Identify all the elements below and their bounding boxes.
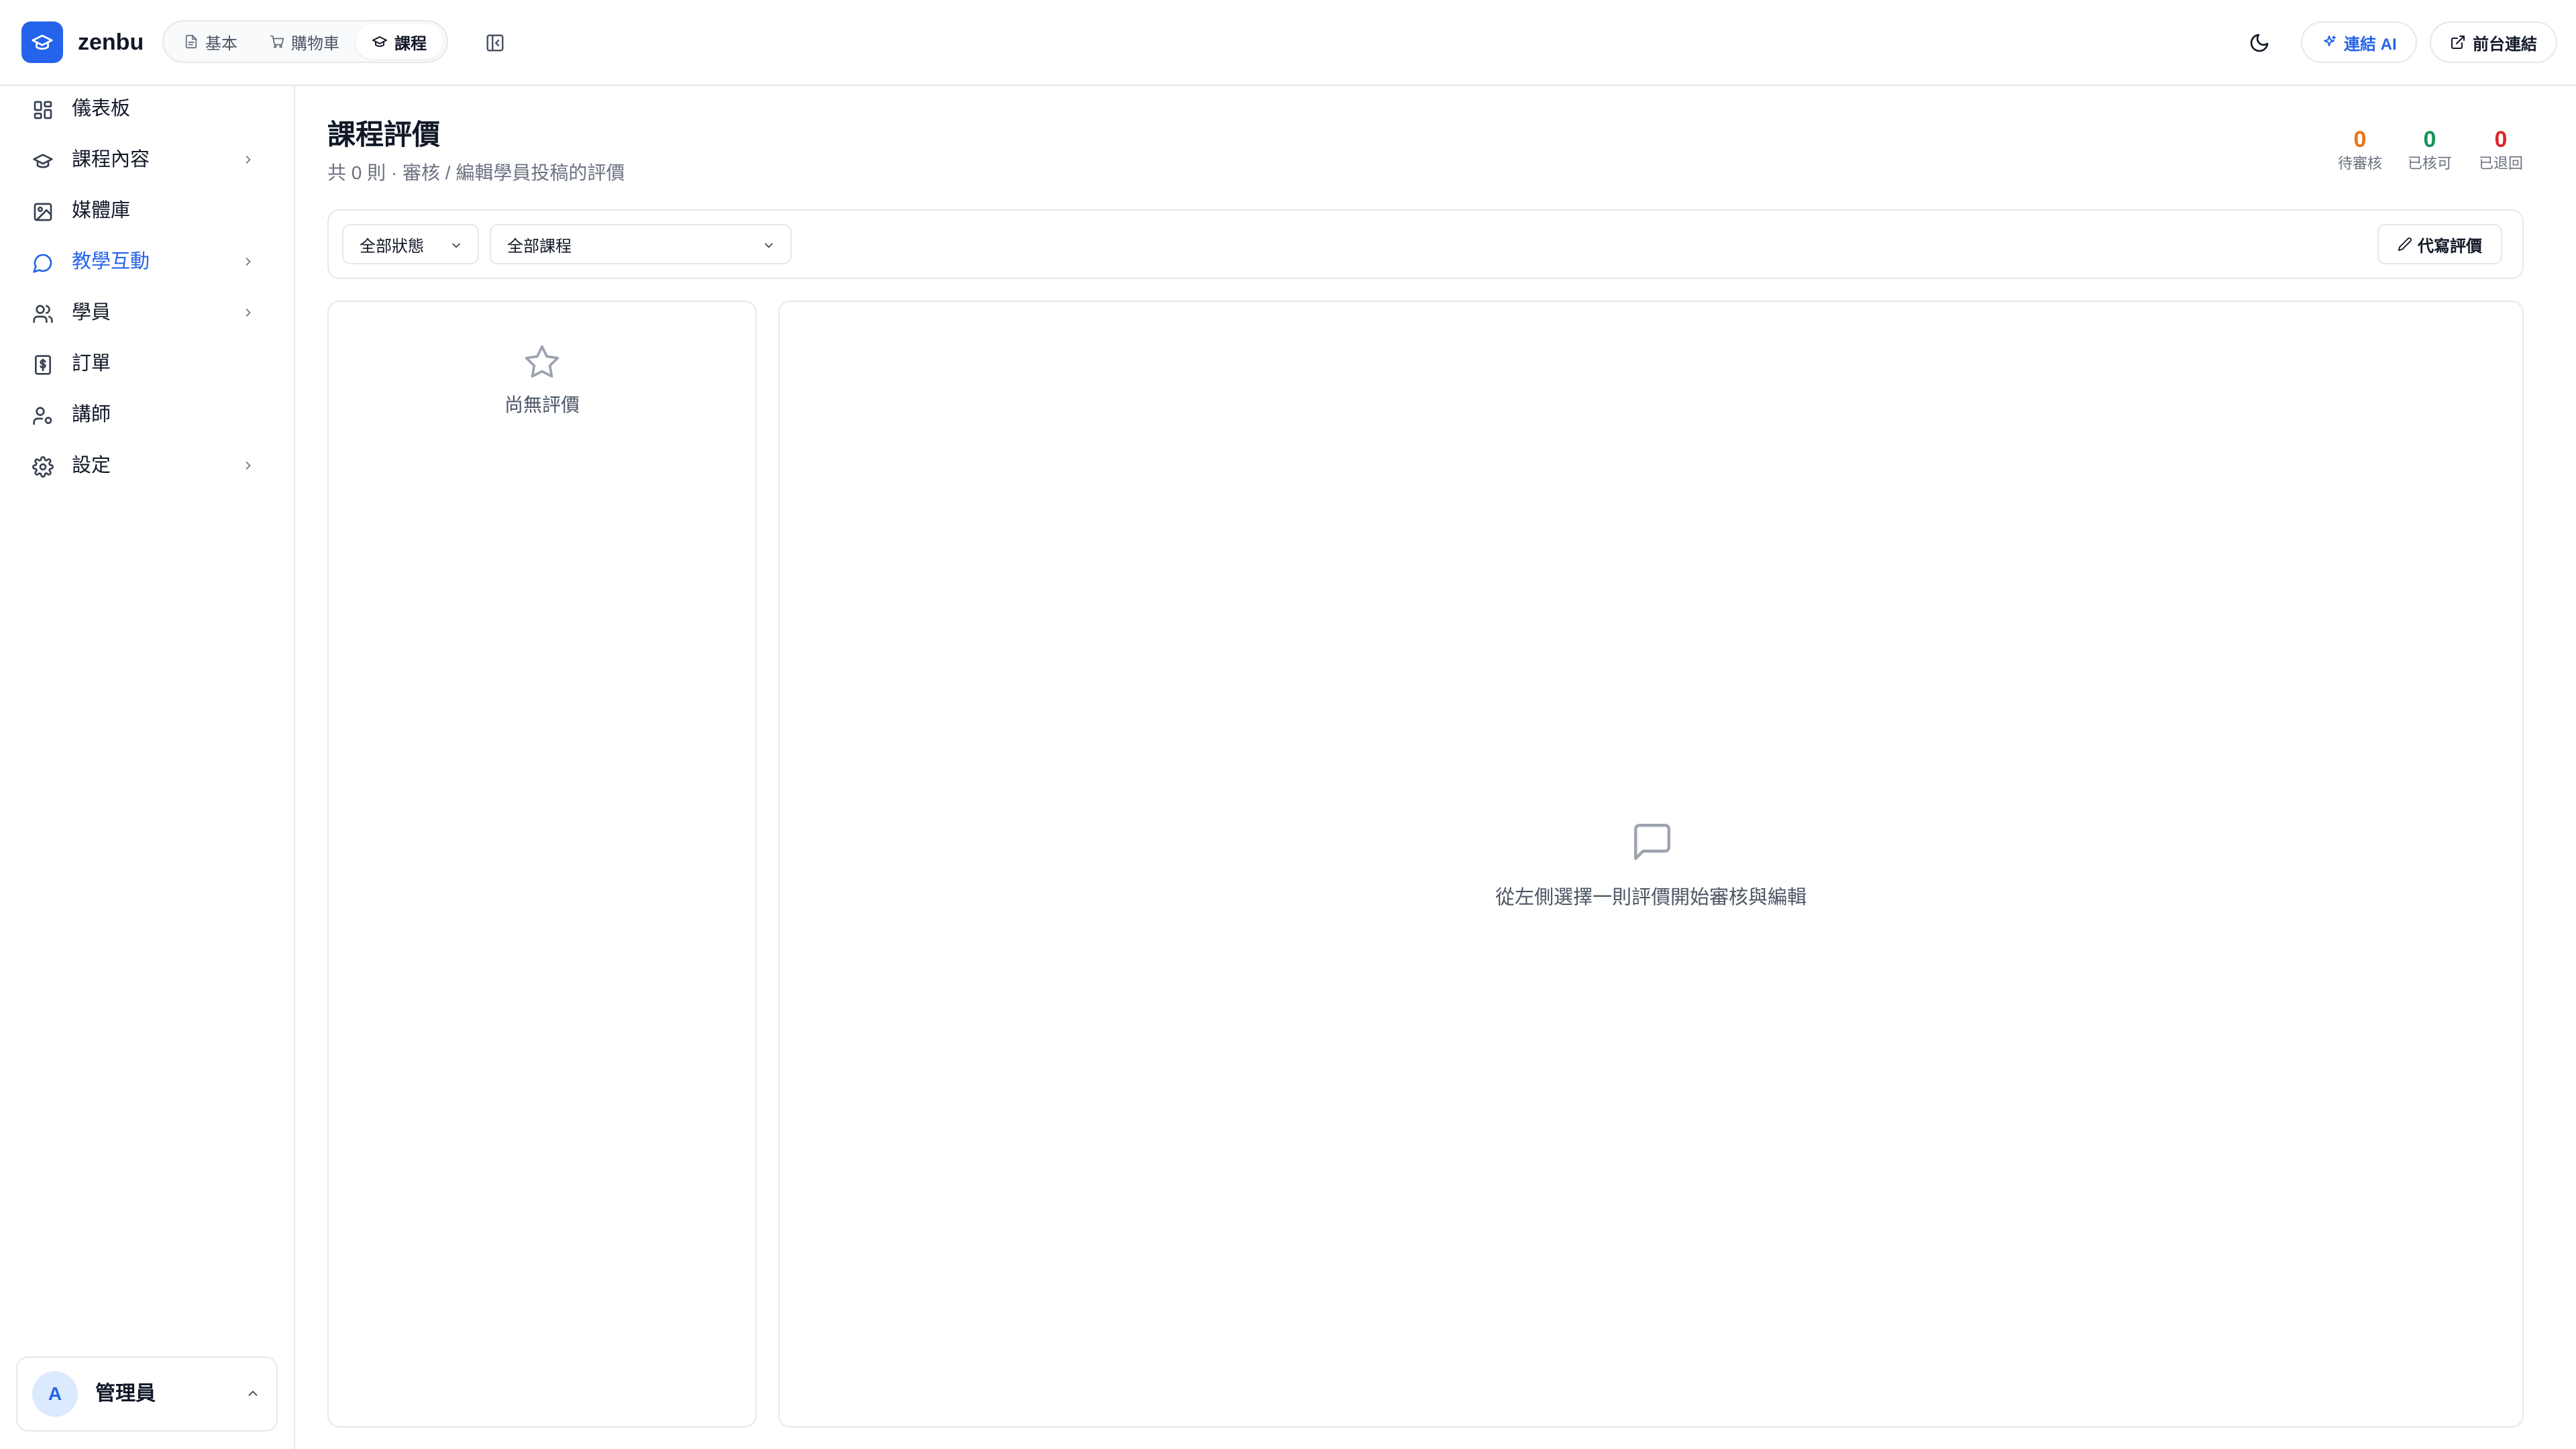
avatar: A xyxy=(32,1371,78,1417)
user-menu[interactable]: A 管理員 xyxy=(16,1356,278,1432)
sidebar-item-label: 設定 xyxy=(72,455,111,476)
sidebar-item-label: 訂單 xyxy=(72,353,111,374)
zenbu-logo-icon[interactable] xyxy=(21,21,63,63)
sidebar-item-teaching-interaction[interactable]: 教學互動 xyxy=(15,240,270,283)
chevron-right-icon xyxy=(241,459,255,472)
chevron-down-icon xyxy=(449,239,463,252)
connect-ai-label: 連結 AI xyxy=(2344,35,2397,54)
stat-pending-label: 待審核 xyxy=(2337,155,2382,172)
receipt-icon xyxy=(32,354,54,376)
cart-icon xyxy=(270,34,284,49)
stat-approved-value: 0 xyxy=(2423,127,2436,152)
stat-rejected-label: 已退回 xyxy=(2478,155,2523,172)
sidebar-item-label: 課程內容 xyxy=(72,149,150,170)
tab-courses[interactable]: 課程 xyxy=(356,24,443,59)
page-subtitle: 共 0 則 · 審核 / 編輯學員投稿的評價 xyxy=(327,162,625,183)
tab-basic[interactable]: 基本 xyxy=(168,24,254,59)
module-tabs: 基本 購物車 課程 xyxy=(162,20,448,63)
chevron-up-icon xyxy=(246,1386,260,1401)
top-bar: zenbu 基本 購物車 課程 連結 AI 前台連結 xyxy=(0,0,2576,86)
sidebar-item-students[interactable]: 學員 xyxy=(15,291,270,334)
stat-approved: 0 已核可 xyxy=(2396,126,2463,173)
sidebar-item-settings[interactable]: 設定 xyxy=(15,444,270,487)
sidebar-toggle-icon[interactable] xyxy=(482,30,508,56)
tab-cart-label: 購物車 xyxy=(291,34,339,53)
empty-list-message: 尚無評價 xyxy=(504,394,580,415)
user-cog-icon xyxy=(32,405,54,427)
chevron-right-icon xyxy=(241,306,255,319)
stat-pending-value: 0 xyxy=(2353,127,2367,152)
graduation-cap-icon xyxy=(372,34,388,50)
sidebar-item-label: 媒體庫 xyxy=(72,200,131,221)
review-detail-panel: 從左側選擇一則評價開始審核與編輯 xyxy=(778,301,2524,1428)
stat-approved-label: 已核可 xyxy=(2407,155,2452,172)
sidebar-item-orders[interactable]: 訂單 xyxy=(15,342,270,385)
dark-mode-moon-icon[interactable] xyxy=(2246,30,2273,56)
document-icon xyxy=(184,34,199,49)
connect-ai-button[interactable]: 連結 AI xyxy=(2301,21,2417,63)
chevron-right-icon xyxy=(241,255,255,268)
sidebar-item-dashboard[interactable]: 儀表板 xyxy=(15,87,270,130)
chevron-right-icon xyxy=(241,153,255,166)
sidebar-item-label: 教學互動 xyxy=(72,251,150,272)
tab-basic-label: 基本 xyxy=(205,34,237,53)
users-icon xyxy=(32,303,54,325)
gear-icon xyxy=(32,456,54,478)
review-list-panel: 尚無評價 xyxy=(327,301,757,1428)
image-icon xyxy=(32,201,54,223)
sidebar-item-label: 儀表板 xyxy=(72,98,131,119)
stat-pending: 0 待審核 xyxy=(2326,126,2394,173)
dashboard-icon xyxy=(32,99,54,121)
sidebar-item-course-content[interactable]: 課程內容 xyxy=(15,138,270,181)
brand-name[interactable]: zenbu xyxy=(78,28,144,56)
external-link-icon xyxy=(2450,34,2466,50)
sidebar: 儀表板 課程內容 媒體庫 教學互動 學員 訂單 講師 設定 xyxy=(0,86,295,1449)
status-select[interactable]: 全部狀態 xyxy=(342,224,479,264)
message-square-icon xyxy=(1630,820,1674,864)
stat-rejected-value: 0 xyxy=(2494,127,2508,152)
pencil-icon xyxy=(2398,237,2412,252)
frontend-link-button[interactable]: 前台連結 xyxy=(2430,21,2557,63)
filter-bar: 全部狀態 全部課程 代寫評價 xyxy=(327,209,2524,279)
chevron-down-icon xyxy=(762,239,775,252)
tab-cart[interactable]: 購物車 xyxy=(254,24,356,59)
sidebar-item-instructors[interactable]: 講師 xyxy=(15,393,270,436)
user-name: 管理員 xyxy=(95,1383,156,1405)
tab-courses-label: 課程 xyxy=(394,34,427,53)
course-select[interactable]: 全部課程 xyxy=(490,224,792,264)
course-select-value: 全部課程 xyxy=(507,237,572,256)
sidebar-item-label: 講師 xyxy=(72,404,111,425)
write-review-label: 代寫評價 xyxy=(2418,237,2482,256)
page-title: 課程評價 xyxy=(327,119,441,150)
sparkles-icon xyxy=(2321,34,2337,50)
status-select-value: 全部狀態 xyxy=(360,237,424,256)
empty-detail-message: 從左側選擇一則評價開始審核與編輯 xyxy=(1495,887,1807,908)
star-icon xyxy=(523,343,561,381)
chat-bubble-icon xyxy=(32,252,54,274)
sidebar-item-media-library[interactable]: 媒體庫 xyxy=(15,189,270,232)
frontend-link-label: 前台連結 xyxy=(2473,35,2537,54)
graduation-cap-icon xyxy=(32,150,54,172)
sidebar-item-label: 學員 xyxy=(72,302,111,323)
write-review-button[interactable]: 代寫評價 xyxy=(2377,224,2502,264)
stat-rejected: 0 已退回 xyxy=(2467,126,2534,173)
